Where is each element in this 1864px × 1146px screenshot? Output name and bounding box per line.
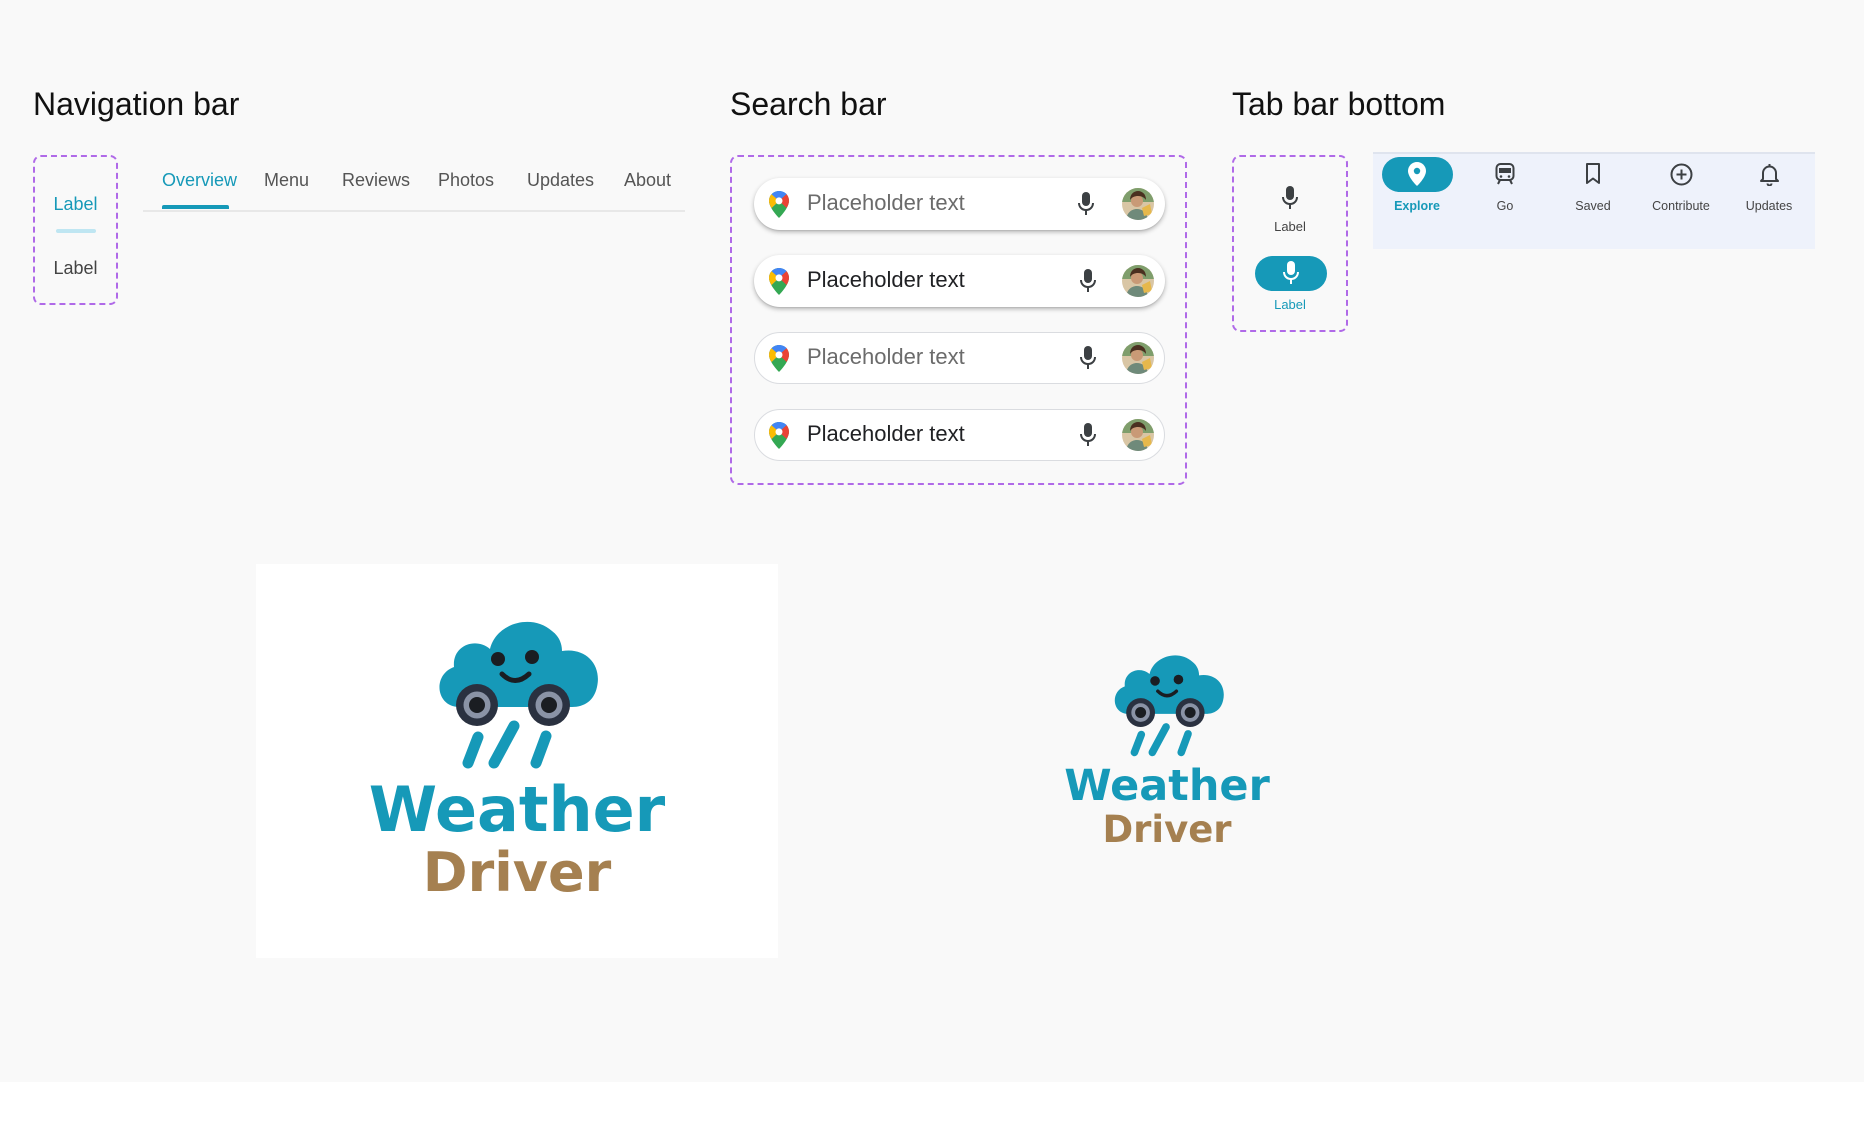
mic-icon[interactable] xyxy=(1079,346,1097,375)
logo-wordmark-line1: Weather xyxy=(368,773,666,846)
search-bar[interactable]: Placeholder text xyxy=(754,255,1165,307)
bottom-navigation-bar: Explore Go Saved Contribute Updates xyxy=(1373,152,1815,249)
tab-overview[interactable]: Overview xyxy=(162,170,237,191)
bottom-nav-label: Contribute xyxy=(1652,199,1710,213)
search-bar[interactable]: Placeholder text xyxy=(754,332,1165,384)
bottom-nav-label: Explore xyxy=(1394,199,1440,213)
search-bar[interactable]: Placeholder text xyxy=(754,409,1165,461)
search-input[interactable]: Placeholder text xyxy=(807,190,965,216)
mic-icon[interactable] xyxy=(1077,192,1095,221)
tab-row: Overview Menu Reviews Photos Updates Abo… xyxy=(143,162,685,212)
tab-rail-item-label: Label xyxy=(1274,219,1306,234)
search-bar[interactable]: Placeholder text xyxy=(754,178,1165,230)
bottom-nav-contribute[interactable]: Contribute xyxy=(1637,154,1725,251)
search-input[interactable]: Placeholder text xyxy=(807,421,965,447)
avatar[interactable] xyxy=(1122,342,1154,374)
maps-pin-icon xyxy=(769,422,789,454)
search-input[interactable]: Placeholder text xyxy=(807,344,965,370)
search-input[interactable]: Placeholder text xyxy=(807,267,965,293)
search-bar-title: Search bar xyxy=(730,86,887,122)
tab-bar-bottom-title: Tab bar bottom xyxy=(1232,86,1446,122)
logo-card: Weather Driver xyxy=(256,564,778,958)
logo-wordmark-line1: Weather xyxy=(1064,761,1270,811)
search-bar-group: Placeholder text Placeholder text Placeh… xyxy=(730,155,1187,485)
bell-icon xyxy=(1760,163,1779,191)
transit-icon xyxy=(1495,163,1515,190)
mic-icon[interactable] xyxy=(1079,269,1097,298)
tab-indicator xyxy=(162,205,229,209)
avatar[interactable] xyxy=(1122,265,1154,297)
design-canvas: Navigation bar Search bar Tab bar bottom… xyxy=(0,0,1864,1082)
nav-rail: Label Label xyxy=(33,155,118,305)
tab-reviews[interactable]: Reviews xyxy=(342,170,410,191)
tab-updates[interactable]: Updates xyxy=(527,170,594,191)
mic-icon[interactable] xyxy=(1079,423,1097,452)
weather-driver-logo-icon xyxy=(1111,652,1228,765)
bottom-nav-updates[interactable]: Updates xyxy=(1725,154,1813,251)
add-circle-icon xyxy=(1670,163,1693,191)
tab-rail-item-label: Label xyxy=(1274,297,1306,312)
bottom-nav-label: Go xyxy=(1496,199,1514,213)
bottom-nav-label: Updates xyxy=(1745,199,1793,213)
nav-rail-indicator xyxy=(56,229,96,233)
maps-pin-icon xyxy=(769,268,789,300)
tab-photos[interactable]: Photos xyxy=(438,170,494,191)
navigation-bar-title: Navigation bar xyxy=(33,86,240,122)
tab-menu[interactable]: Menu xyxy=(264,170,309,191)
mic-icon xyxy=(1282,261,1300,290)
tab-rail: Label Label xyxy=(1232,155,1348,332)
bottom-nav-go[interactable]: Go xyxy=(1461,154,1549,251)
nav-rail-item-active[interactable]: Label xyxy=(35,194,116,215)
maps-pin-icon xyxy=(769,345,789,377)
logo-wordmark-line2: Driver xyxy=(1102,808,1232,851)
bookmark-icon xyxy=(1585,163,1601,190)
nav-rail-item[interactable]: Label xyxy=(35,258,116,279)
logo-wordmark-line2: Driver xyxy=(422,841,612,904)
avatar[interactable] xyxy=(1122,188,1154,220)
bottom-nav-explore[interactable]: Explore xyxy=(1373,154,1461,251)
maps-pin-icon xyxy=(769,191,789,223)
bottom-nav-saved[interactable]: Saved xyxy=(1549,154,1637,251)
bottom-nav-label: Saved xyxy=(1575,199,1611,213)
weather-driver-logo-icon xyxy=(434,617,604,779)
tab-about[interactable]: About xyxy=(624,170,671,191)
logo-small: Weather Driver xyxy=(1049,646,1285,850)
avatar[interactable] xyxy=(1122,419,1154,451)
location-pin-icon xyxy=(1408,162,1426,191)
mic-icon xyxy=(1281,186,1299,215)
